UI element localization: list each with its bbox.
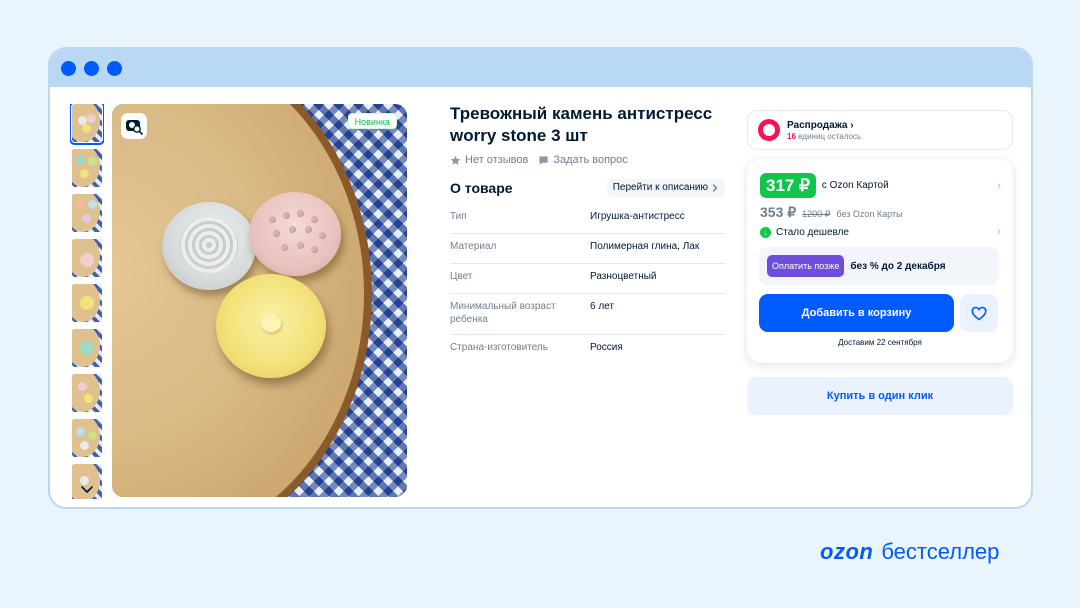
old-price: 1200 ₽ <box>802 209 831 219</box>
spec-value: Игрушка-антистресс <box>590 211 685 222</box>
grey-worry-stone <box>162 202 256 290</box>
pay-later-text: без % до 2 декабря <box>850 260 946 272</box>
delivery-date: Доставим 22 сентября <box>838 338 922 347</box>
sale-name-label: Распродажа <box>787 119 848 131</box>
spec-value: Россия <box>590 342 623 353</box>
product-main-image[interactable]: Новинка <box>112 104 407 497</box>
pay-later-button[interactable]: Оплатить позже <box>767 255 845 277</box>
browser-window: Новинка Тревожный камень антистресс worr… <box>48 47 1033 509</box>
thumbnail[interactable] <box>72 419 102 457</box>
pay-later-box[interactable]: Оплатить позже без % до 2 декабря <box>759 247 999 285</box>
buy-card: 317 ₽ с Ozon Картой › 353 ₽ 1200 ₽ без O… <box>747 159 1013 363</box>
thumbnail[interactable] <box>72 284 102 322</box>
image-search-button[interactable] <box>121 113 147 139</box>
thumbnail[interactable] <box>72 194 102 232</box>
spec-row: Цвет Разноцветный <box>450 264 725 294</box>
window-titlebar <box>50 49 1031 87</box>
spec-row: Материал Полимерная глина, Лак <box>450 234 725 264</box>
chevron-right-icon: › <box>997 179 1001 192</box>
thumbnail[interactable] <box>72 239 102 277</box>
sale-name: Распродажа › <box>787 119 854 131</box>
star-icon <box>450 155 461 165</box>
spec-table: Тип Игрушка-антистресс Материал Полимерная… <box>450 204 725 365</box>
spec-key: Страна-изготовитель <box>450 342 548 353</box>
price-dropped-label: Стало дешевле <box>776 226 849 238</box>
brand-footer: ozon бестселлер <box>820 539 999 565</box>
sale-logo-icon <box>758 119 780 141</box>
product-title: Тревожный камень антистресс worry stone … <box>450 104 713 145</box>
card-price-row[interactable]: 317 ₽ с Ozon Картой › <box>760 173 1001 198</box>
reviews-link[interactable]: Нет отзывов <box>450 154 528 166</box>
chevron-right-icon <box>712 184 718 192</box>
ozon-logo: ozon <box>820 539 874 564</box>
spec-value: 6 лет <box>590 301 614 312</box>
spec-row: Тип Игрушка-антистресс <box>450 204 725 234</box>
thumbnail[interactable] <box>72 329 102 367</box>
thumbnail[interactable] <box>72 374 102 412</box>
no-card-label: без Ozon Карты <box>836 209 903 219</box>
sale-remaining-label: единиц осталось <box>798 131 862 141</box>
product-meta: Нет отзывов Задать вопрос <box>450 154 628 166</box>
heart-icon <box>971 306 987 320</box>
about-header: О товаре Перейти к описанию <box>450 179 725 197</box>
yellow-worry-stone <box>216 274 326 378</box>
go-to-description-label: Перейти к описанию <box>612 182 708 193</box>
sale-banner[interactable]: Распродажа › 16 единиц осталось <box>747 110 1013 150</box>
window-dot-1 <box>61 60 76 76</box>
thumbnail[interactable] <box>72 149 102 187</box>
spec-row: Минимальный возраст ребенка 6 лет <box>450 294 725 335</box>
spec-key: Материал <box>450 241 497 252</box>
add-to-cart-button[interactable]: Добавить в корзину <box>759 294 954 332</box>
window-dot-3 <box>107 60 122 76</box>
buy-one-click-button[interactable]: Купить в один клик <box>747 377 1013 415</box>
window-dot-2 <box>84 60 99 76</box>
chevron-right-icon: › <box>997 226 1001 238</box>
spec-key: Цвет <box>450 271 473 282</box>
spec-value: Разноцветный <box>590 271 657 282</box>
about-title: О товаре <box>450 180 513 196</box>
ask-question-label: Задать вопрос <box>553 154 628 166</box>
go-to-description-button[interactable]: Перейти к описанию <box>606 179 725 197</box>
price-dropped-row[interactable]: ↓ Стало дешевле › <box>760 226 1001 238</box>
sale-remaining: 16 единиц осталось <box>787 132 861 141</box>
card-price-label: с Ozon Картой <box>821 180 889 191</box>
new-badge: Новинка <box>347 113 397 129</box>
chat-icon <box>539 155 548 165</box>
regular-price-row: 353 ₽ 1200 ₽ без Ozon Карты <box>760 204 903 221</box>
thumbnail-gallery <box>70 104 104 499</box>
sale-count: 16 <box>787 131 796 141</box>
arrow-down-icon: ↓ <box>760 226 771 238</box>
regular-price: 353 ₽ <box>760 204 797 220</box>
card-price: 317 ₽ <box>760 173 816 198</box>
spec-key: Тип <box>450 211 467 222</box>
chevron-down-icon[interactable] <box>80 483 94 497</box>
bestseller-tagline: бестселлер <box>881 539 1000 564</box>
spec-value: Полимерная глина, Лак <box>590 241 700 252</box>
ask-question-link[interactable]: Задать вопрос <box>538 154 628 166</box>
spec-row: Страна-изготовитель Россия <box>450 335 725 365</box>
reviews-label: Нет отзывов <box>465 154 529 166</box>
spec-key: Минимальный возраст ребенка <box>450 301 556 325</box>
favorite-button[interactable] <box>960 294 998 332</box>
pink-worry-stone <box>249 192 341 276</box>
image-search-icon <box>126 120 143 135</box>
thumbnail[interactable] <box>70 104 104 145</box>
